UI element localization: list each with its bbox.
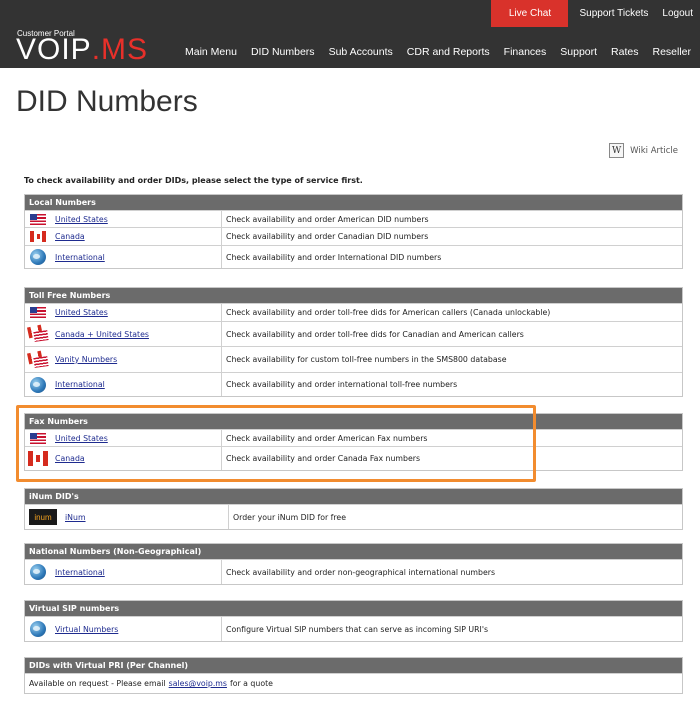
row-description: Configure Virtual SIP numbers that can s… [226,624,489,634]
row-description: Check availability and order American Fa… [226,433,428,443]
table-row: International Check availability and ord… [25,372,682,396]
table-row: Canada Check availability and order Cana… [25,227,682,245]
row-description: Check availability and order non-geograp… [226,567,496,577]
section-national-numbers: National Numbers (Non-Geographical) Inte… [24,543,683,585]
nav-support[interactable]: Support [560,46,597,58]
canada-flag-icon [28,451,48,466]
wiki-article-label: Wiki Article [630,145,678,156]
nav-reseller[interactable]: Reseller [652,46,691,58]
tollfree-vanity-link[interactable]: Vanity Numbers [55,355,117,364]
page-title: DID Numbers [16,85,198,118]
nav-finances[interactable]: Finances [504,46,547,58]
wikipedia-icon: W [609,143,625,158]
local-canada-link[interactable]: Canada [55,232,85,241]
row-description: Order your iNum DID for free [233,512,347,522]
virtual-numbers-link[interactable]: Virtual Numbers [55,625,118,634]
inum-link[interactable]: iNum [65,513,86,522]
globe-icon [28,621,48,637]
table-row: United States Check availability and ord… [25,210,682,227]
section-virtual-pri: DIDs with Virtual PRI (Per Channel) Avai… [24,657,683,694]
local-international-link[interactable]: International [55,253,105,262]
row-description: Check availability and order internation… [226,380,458,389]
section-local-numbers: Local Numbers United States Check availa… [24,194,683,269]
nav-main-menu[interactable]: Main Menu [185,46,237,58]
wiki-article-link[interactable]: W Wiki Article [609,143,678,158]
section-fax-numbers: Fax Numbers United States Check availabi… [24,413,683,471]
local-us-link[interactable]: United States [55,215,108,224]
section-title: Fax Numbers [25,414,682,429]
table-row: Vanity Numbers Check availability for cu… [25,346,682,372]
tollfree-us-link[interactable]: United States [55,308,108,317]
us-flag-icon [28,307,48,318]
section-title: National Numbers (Non-Geographical) [25,544,682,559]
globe-icon [28,376,48,393]
support-tickets-link[interactable]: Support Tickets [572,0,655,27]
globe-icon [28,249,48,265]
row-description: Check availability for custom toll-free … [226,355,507,364]
national-international-link[interactable]: International [55,568,105,577]
nav-did-numbers[interactable]: DID Numbers [251,46,315,58]
sales-email-link[interactable]: sales@voip.ms [169,679,227,688]
table-row: Canada + United States Check availabilit… [25,321,682,346]
section-title: Virtual SIP numbers [25,601,682,616]
section-toll-free-numbers: Toll Free Numbers United States Check av… [24,287,683,397]
section-inum-dids: iNum DID's inum iNum Order your iNum DID … [24,488,683,530]
top-header: Customer Portal VOIP .MS Live Chat Suppor… [0,0,700,68]
logo-text-a: VOIP [16,33,92,66]
section-virtual-sip-numbers: Virtual SIP numbers Virtual Numbers Conf… [24,600,683,642]
us-flag-icon [28,213,48,225]
table-row: Virtual Numbers Configure Virtual SIP nu… [25,616,682,641]
table-row: International Check availability and ord… [25,559,682,584]
row-description: Check availability and order Canada Fax … [226,454,421,463]
canada-us-flags-icon [27,324,49,342]
row-description: Check availability and order Canadian DI… [226,232,429,241]
row-description: Check availability and order American DI… [226,214,429,224]
logo-text-b: .MS [91,33,149,66]
fax-canada-link[interactable]: Canada [55,454,85,463]
fax-us-link[interactable]: United States [55,434,108,443]
nav-cdr-reports[interactable]: CDR and Reports [407,46,490,58]
top-links: Live Chat Support Tickets Logout [491,0,700,27]
nav-sub-accounts[interactable]: Sub Accounts [329,46,393,58]
globe-icon [28,564,48,580]
logout-link[interactable]: Logout [655,0,700,27]
table-row: Canada Check availability and order Cana… [25,446,682,470]
canada-flag-icon [28,231,48,242]
pri-info-row: Available on request - Please email sale… [25,673,682,693]
nav-rates[interactable]: Rates [611,46,638,58]
tollfree-ca-us-link[interactable]: Canada + United States [55,330,149,339]
row-description: Check availability and order toll-free d… [226,329,524,339]
main-nav: Main Menu DID Numbers Sub Accounts CDR a… [178,46,698,58]
intro-text: To check availability and order DIDs, pl… [24,176,363,185]
inum-logo-icon: inum [28,509,58,525]
section-title: iNum DID's [25,489,682,504]
tollfree-international-link[interactable]: International [55,380,105,389]
table-row: United States Check availability and ord… [25,429,682,446]
pri-text-after: for a quote [229,679,273,688]
live-chat-button[interactable]: Live Chat [491,0,569,27]
table-row: International Check availability and ord… [25,245,682,268]
table-row: United States Check availability and ord… [25,303,682,321]
section-title: Local Numbers [25,195,682,210]
section-title: Toll Free Numbers [25,288,682,303]
us-flag-icon [28,432,48,444]
row-description: Check availability and order toll-free d… [226,308,551,317]
canada-us-flags-icon [27,350,49,368]
row-description: Check availability and order Internation… [226,252,442,262]
table-row: inum iNum Order your iNum DID for free [25,504,682,529]
voipms-logo[interactable]: VOIP .MS [16,33,149,66]
pri-text-before: Available on request - Please email [29,679,166,688]
section-title: DIDs with Virtual PRI (Per Channel) [25,658,682,673]
